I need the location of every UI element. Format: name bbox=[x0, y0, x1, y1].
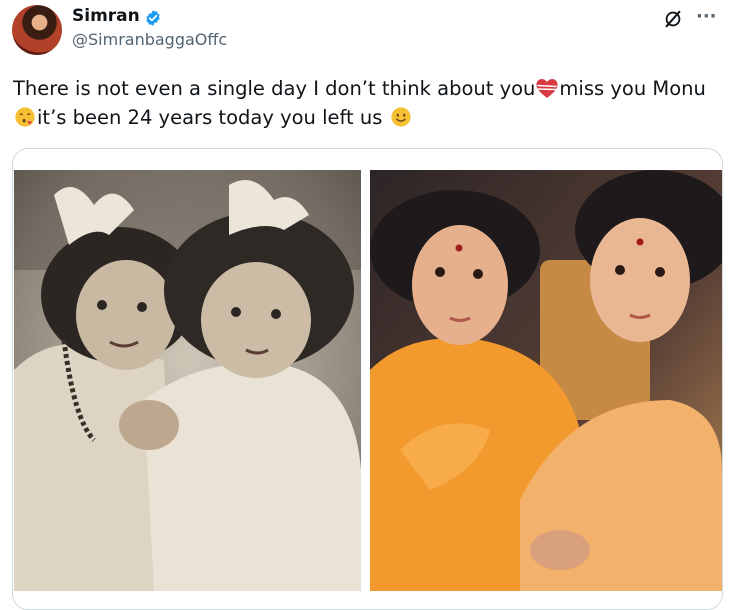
tweet-text-part1: There is not even a single day I don’t t… bbox=[13, 77, 536, 100]
kissing-face-emoji bbox=[15, 107, 35, 127]
grok-icon[interactable] bbox=[662, 8, 684, 30]
tweet-text: There is not even a single day I don’t t… bbox=[13, 74, 713, 132]
verified-badge-icon bbox=[146, 10, 160, 26]
smiling-face-emoji bbox=[390, 107, 411, 127]
sisters-photo[interactable] bbox=[370, 170, 722, 591]
author-name[interactable]: Simran bbox=[72, 6, 140, 26]
childhood-photo[interactable] bbox=[14, 170, 361, 591]
author-handle[interactable]: @SimranbaggaOffc bbox=[72, 30, 227, 49]
broken-heart-emoji bbox=[536, 79, 558, 98]
more-options-icon[interactable]: ··· bbox=[696, 6, 717, 27]
avatar[interactable] bbox=[12, 5, 62, 55]
tweet-text-part2: miss you Monu bbox=[559, 77, 706, 100]
tweet-text-part3: it’s been 24 years today you left us bbox=[37, 106, 383, 129]
